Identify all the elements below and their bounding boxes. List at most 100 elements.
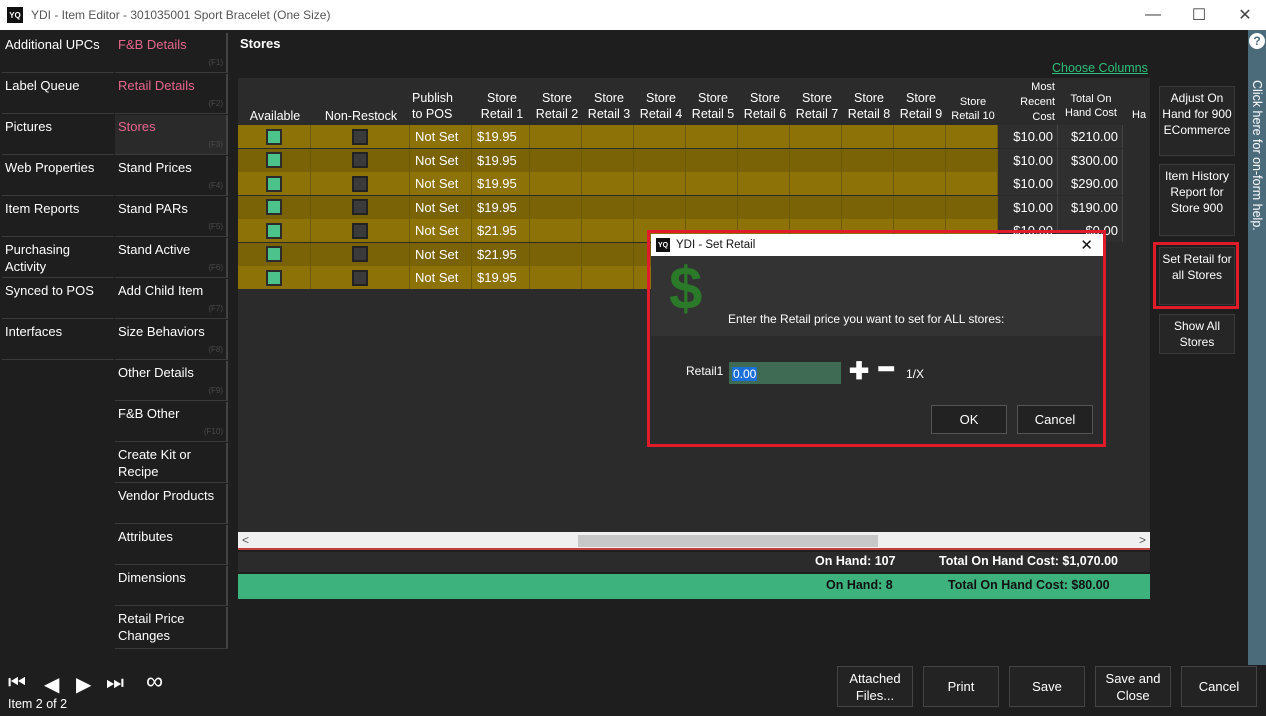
cell-retail-1[interactable]: $19.95 — [472, 195, 530, 219]
cell-retail-6[interactable] — [738, 148, 790, 172]
cell-retail-3[interactable] — [582, 195, 634, 219]
cell-total-cost[interactable]: $290.00 — [1058, 172, 1123, 195]
cell-total-cost[interactable]: $210.00 — [1058, 125, 1123, 148]
scroll-thumb[interactable] — [578, 535, 878, 547]
horizontal-scrollbar[interactable]: < > — [238, 532, 1150, 550]
col-retail-1[interactable]: Store Retail 1 — [476, 90, 528, 122]
cell-recent-cost[interactable]: $10.00 — [998, 172, 1058, 195]
cell-publish[interactable]: Not Set — [410, 195, 472, 219]
cell-retail-10[interactable] — [946, 172, 998, 195]
cell-total-cost[interactable]: $190.00 — [1058, 195, 1123, 219]
col-retail-2[interactable]: Store Retail 2 — [533, 90, 581, 122]
available-checkbox[interactable] — [266, 269, 282, 286]
cell-retail-5[interactable] — [686, 148, 738, 172]
cell-publish[interactable]: Not Set — [410, 148, 472, 172]
cell-retail-1[interactable]: $21.95 — [472, 242, 530, 266]
non-restock-checkbox[interactable] — [352, 222, 368, 239]
nav-retail-details[interactable]: Retail Details (F2) — [115, 74, 228, 114]
maximize-button[interactable]: ☐ — [1176, 0, 1222, 30]
nav-stand-prices[interactable]: Stand Prices (F4) — [115, 156, 228, 196]
col-retail-6[interactable]: Store Retail 6 — [741, 90, 789, 122]
available-checkbox[interactable] — [266, 199, 282, 215]
cell-retail-1[interactable]: $21.95 — [472, 219, 530, 242]
col-retail-5[interactable]: Store Retail 5 — [689, 90, 737, 122]
cell-retail-8[interactable] — [842, 195, 894, 219]
nav-vendor-products[interactable]: Vendor Products — [115, 484, 228, 524]
nav-size-behaviors[interactable]: Size Behaviors (F8) — [115, 320, 228, 360]
save-close-button[interactable]: Save and Close — [1095, 666, 1171, 707]
available-checkbox[interactable] — [266, 246, 282, 262]
nav-create-kit[interactable]: Create Kit or Recipe — [115, 443, 228, 483]
non-restock-checkbox[interactable] — [352, 128, 368, 145]
first-record-icon[interactable]: ⏮ — [8, 672, 26, 695]
cancel-button[interactable]: Cancel — [1181, 666, 1257, 707]
previous-record-icon[interactable]: ◀ — [44, 672, 59, 697]
nav-stand-pars[interactable]: Stand PARs (F5) — [115, 197, 228, 237]
cell-retail-7[interactable] — [790, 125, 842, 148]
cell-available[interactable] — [238, 266, 311, 289]
cell-retail-3[interactable] — [582, 125, 634, 148]
cell-non-restock[interactable] — [311, 266, 410, 289]
cell-retail-5[interactable] — [686, 125, 738, 148]
non-restock-checkbox[interactable] — [352, 175, 368, 192]
col-cut[interactable]: Ha — [1132, 108, 1148, 122]
cell-recent-cost[interactable]: $10.00 — [998, 195, 1058, 219]
help-bar[interactable]: ? Click here for on-form help. — [1248, 30, 1266, 665]
col-retail-10[interactable]: Store Retail 10 — [949, 95, 997, 123]
cell-publish[interactable]: Not Set — [410, 172, 472, 195]
cell-available[interactable] — [238, 219, 311, 242]
cell-retail-6[interactable] — [738, 195, 790, 219]
cell-available[interactable] — [238, 242, 311, 266]
cell-retail-6[interactable] — [738, 125, 790, 148]
infinity-icon[interactable]: ∞ — [146, 668, 163, 696]
adjust-on-hand-button[interactable]: Adjust On Hand for 900 ECommerce — [1159, 86, 1235, 156]
nav-add-child-item[interactable]: Add Child Item (F7) — [115, 279, 228, 319]
cell-non-restock[interactable] — [311, 172, 410, 195]
cell-retail-1[interactable]: $19.95 — [472, 266, 530, 289]
nav-stores[interactable]: Stores (F3) — [115, 115, 228, 155]
cell-retail-4[interactable] — [634, 125, 686, 148]
cell-available[interactable] — [238, 172, 311, 195]
help-icon[interactable]: ? — [1249, 33, 1265, 49]
print-button[interactable]: Print — [923, 666, 999, 707]
cell-publish[interactable]: Not Set — [410, 266, 472, 289]
available-checkbox[interactable] — [266, 222, 282, 239]
cell-retail-9[interactable] — [894, 148, 946, 172]
cell-non-restock[interactable] — [311, 148, 410, 172]
col-retail-8[interactable]: Store Retail 8 — [845, 90, 893, 122]
cell-retail-4[interactable] — [634, 195, 686, 219]
cell-recent-cost[interactable]: $10.00 — [998, 148, 1058, 172]
nav-purchasing-activity[interactable]: Purchasing Activity — [2, 238, 114, 278]
col-retail-4[interactable]: Store Retail 4 — [637, 90, 685, 122]
nav-synced-to-pos[interactable]: Synced to POS — [2, 279, 114, 319]
attached-files-button[interactable]: Attached Files... — [837, 666, 913, 707]
col-retail-9[interactable]: Store Retail 9 — [897, 90, 945, 122]
col-available[interactable]: Available — [240, 108, 310, 124]
cell-available[interactable] — [238, 148, 311, 172]
cell-retail-7[interactable] — [790, 195, 842, 219]
scroll-right-icon[interactable]: > — [1139, 533, 1146, 547]
cell-retail-4[interactable] — [634, 172, 686, 195]
cell-retail-3[interactable] — [582, 172, 634, 195]
cell-non-restock[interactable] — [311, 219, 410, 242]
available-checkbox[interactable] — [266, 152, 282, 168]
col-publish[interactable]: Publish to POS — [412, 90, 460, 122]
cell-available[interactable] — [238, 125, 311, 148]
table-row[interactable]: Not Set $19.95 $10.00 $290.00 — [238, 172, 1150, 195]
cell-retail-1[interactable]: $19.95 — [472, 148, 530, 172]
cell-publish[interactable]: Not Set — [410, 219, 472, 242]
non-restock-checkbox[interactable] — [352, 199, 368, 215]
save-button[interactable]: Save — [1009, 666, 1085, 707]
cell-recent-cost[interactable]: $10.00 — [998, 125, 1058, 148]
cell-retail-3[interactable] — [582, 242, 634, 266]
cell-total-cost[interactable]: $300.00 — [1058, 148, 1123, 172]
cell-non-restock[interactable] — [311, 195, 410, 219]
show-all-stores-button[interactable]: Show All Stores — [1159, 314, 1235, 354]
cell-retail-10[interactable] — [946, 125, 998, 148]
cell-retail-3[interactable] — [582, 219, 634, 242]
cell-retail-8[interactable] — [842, 148, 894, 172]
nav-additional-upcs[interactable]: Additional UPCs — [2, 33, 114, 73]
cell-retail-4[interactable] — [634, 148, 686, 172]
nav-attributes[interactable]: Attributes — [115, 525, 228, 565]
cell-non-restock[interactable] — [311, 242, 410, 266]
